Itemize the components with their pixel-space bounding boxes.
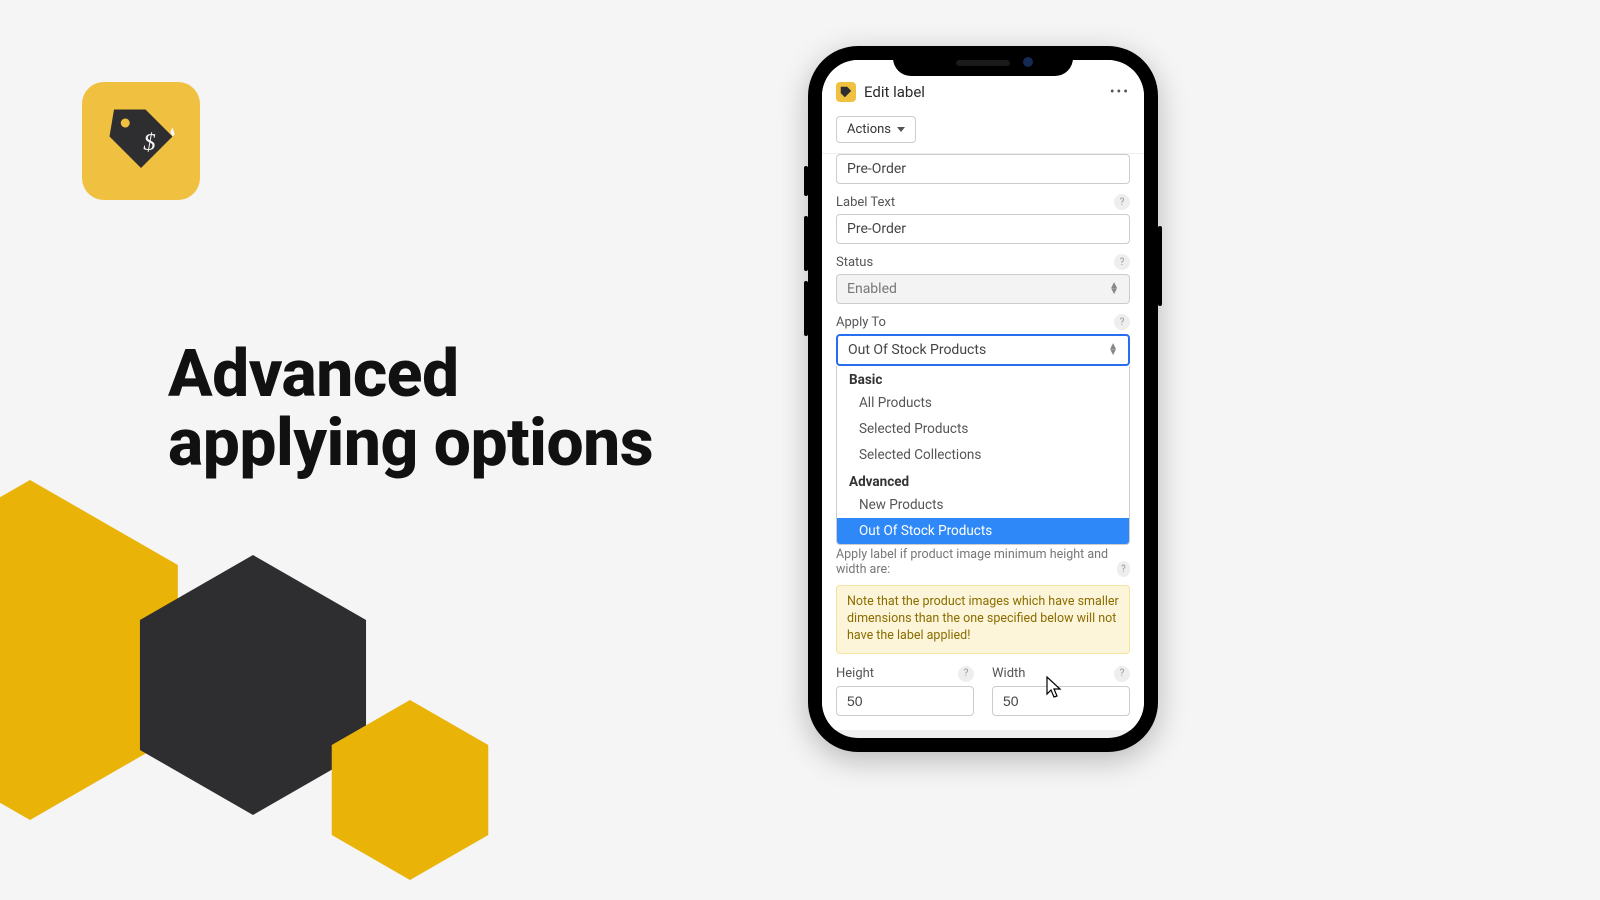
note-box: Note that the product images which have … [836,585,1130,654]
dropdown-item-new-products[interactable]: New Products [837,492,1129,518]
phone-side-button [1158,226,1162,306]
help-icon[interactable]: ? [1114,194,1130,210]
chevron-down-icon [897,127,905,132]
more-icon[interactable]: ••• [1110,84,1130,100]
width-input[interactable] [992,686,1130,716]
apply-hint-text: Apply label if product image minimum hei… [836,547,1111,577]
svg-text:$: $ [143,129,155,156]
actions-row: Actions [822,110,1144,154]
app-icon: $ [82,82,200,200]
screen-title: Edit label [864,83,1102,101]
dropdown-group-advanced: Advanced [837,468,1129,492]
dropdown-item-selected-products[interactable]: Selected Products [837,416,1129,442]
phone-side-button [804,216,808,271]
status-select[interactable]: Enabled ▲▼ [836,274,1130,304]
dimensions-row: Height ? Width ? [836,666,1130,716]
apply-to-row: Apply To ? [836,314,1130,330]
help-icon[interactable]: ? [1114,314,1130,330]
actions-label: Actions [847,122,891,137]
status-row: Status ? [836,254,1130,270]
phone-screen: Edit label ••• Actions Pre-Order Label T… [822,60,1144,738]
label-text-row: Label Text ? [836,194,1130,210]
heading-line-2: applying options [168,409,653,478]
height-input[interactable] [836,686,974,716]
apply-to-select[interactable]: Out Of Stock Products ▲▼ [836,334,1130,366]
name-input[interactable]: Pre-Order [836,154,1130,184]
status-value: Enabled [847,281,897,297]
help-icon[interactable]: ? [958,666,974,682]
label-text-value: Pre-Order [847,221,906,237]
phone-notch [893,46,1073,76]
status-label: Status [836,255,873,270]
dropdown-item-all-products[interactable]: All Products [837,390,1129,416]
select-arrows-icon: ▲▼ [1109,283,1119,295]
help-icon[interactable]: ? [1117,561,1130,577]
price-tag-icon: $ [105,105,177,177]
page-title: Advanced applying options [168,340,653,479]
label-text-label: Label Text [836,195,895,210]
height-col: Height ? [836,666,974,716]
actions-button[interactable]: Actions [836,116,916,143]
height-label: Height [836,666,874,681]
dropdown-item-out-of-stock[interactable]: Out Of Stock Products [837,518,1129,544]
apply-to-label: Apply To [836,315,886,330]
help-icon[interactable]: ? [1114,666,1130,682]
apply-to-value: Out Of Stock Products [848,342,986,358]
phone-side-button [804,281,808,336]
dropdown-group-basic: Basic [837,366,1129,390]
name-value: Pre-Order [847,161,906,177]
dropdown-item-selected-collections[interactable]: Selected Collections [837,442,1129,468]
apply-to-dropdown: Basic All Products Selected Products Sel… [836,366,1130,545]
width-label: Width [992,666,1025,681]
help-icon[interactable]: ? [1114,254,1130,270]
app-badge-icon [836,82,856,102]
heading-line-1: Advanced [168,340,653,409]
select-arrows-icon: ▲▼ [1108,344,1118,356]
width-col: Width ? [992,666,1130,716]
label-text-input[interactable]: Pre-Order [836,214,1130,244]
form-area: Pre-Order Label Text ? Pre-Order Status … [822,154,1144,730]
phone-side-button [804,166,808,196]
hexagon-decoration [320,700,500,880]
phone-frame: Edit label ••• Actions Pre-Order Label T… [808,46,1158,752]
apply-hint-row: Apply label if product image minimum hei… [836,545,1130,577]
